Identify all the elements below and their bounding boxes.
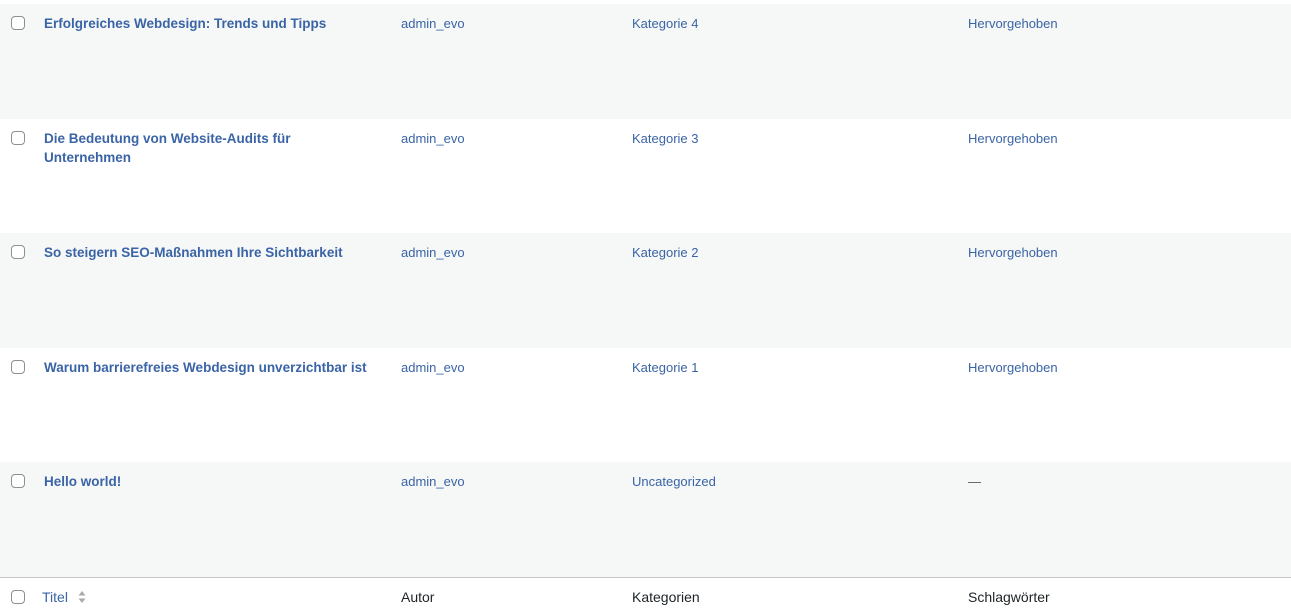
post-category-link[interactable]: Kategorie 3 <box>632 129 699 149</box>
table-row: Erfolgreiches Webdesign: Trends und Tipp… <box>0 4 1291 119</box>
post-tag-link[interactable]: Hervorgehoben <box>968 358 1058 378</box>
table-footer: Titel Autor Kategorien Schlagwörter <box>0 577 1291 613</box>
post-category-link[interactable]: Kategorie 2 <box>632 243 699 263</box>
column-header-title[interactable]: Titel <box>42 588 86 606</box>
table-row: So steigern SEO-Maßnahmen Ihre Sichtbark… <box>0 233 1291 348</box>
select-all-checkbox[interactable] <box>11 590 25 604</box>
post-title-link[interactable]: Hello world! <box>44 472 374 492</box>
column-header-tags: Schlagwörter <box>968 589 1050 605</box>
post-title-link[interactable]: Die Bedeutung von Website-Audits für Unt… <box>44 129 374 168</box>
post-author-link[interactable]: admin_evo <box>401 129 465 149</box>
posts-table: Erfolgreiches Webdesign: Trends und Tipp… <box>0 4 1291 577</box>
row-checkbox[interactable] <box>11 245 25 260</box>
post-title-link[interactable]: Warum barrierefreies Webdesign unverzich… <box>44 358 374 378</box>
post-tags-empty: — <box>968 474 981 490</box>
row-checkbox[interactable] <box>11 16 25 30</box>
post-title-link[interactable]: Erfolgreiches Webdesign: Trends und Tipp… <box>44 14 374 34</box>
post-category-link[interactable]: Kategorie 1 <box>632 358 699 378</box>
post-tag-link[interactable]: Hervorgehoben <box>968 129 1058 149</box>
post-category-link[interactable]: Uncategorized <box>632 472 716 492</box>
post-author-link[interactable]: admin_evo <box>401 472 465 492</box>
post-author-link[interactable]: admin_evo <box>401 243 465 263</box>
column-header-author: Autor <box>401 589 435 605</box>
post-author-link[interactable]: admin_evo <box>401 358 465 378</box>
post-tag-link[interactable]: Hervorgehoben <box>968 14 1058 34</box>
row-checkbox[interactable] <box>11 130 25 145</box>
table-row: Warum barrierefreies Webdesign unverzich… <box>0 347 1291 463</box>
table-row: Hello world! admin_evo Uncategorized — <box>0 462 1291 577</box>
post-title-link[interactable]: So steigern SEO-Maßnahmen Ihre Sichtbark… <box>44 243 374 263</box>
row-checkbox[interactable] <box>11 359 25 374</box>
post-category-link[interactable]: Kategorie 4 <box>632 14 699 34</box>
table-row: Die Bedeutung von Website-Audits für Unt… <box>0 118 1291 234</box>
row-checkbox[interactable] <box>11 474 25 489</box>
column-header-title-label: Titel <box>42 589 68 605</box>
post-tag-link[interactable]: Hervorgehoben <box>968 243 1058 263</box>
sort-arrows-icon[interactable] <box>78 590 86 604</box>
post-author-link[interactable]: admin_evo <box>401 14 465 34</box>
column-header-categories: Kategorien <box>632 589 700 605</box>
